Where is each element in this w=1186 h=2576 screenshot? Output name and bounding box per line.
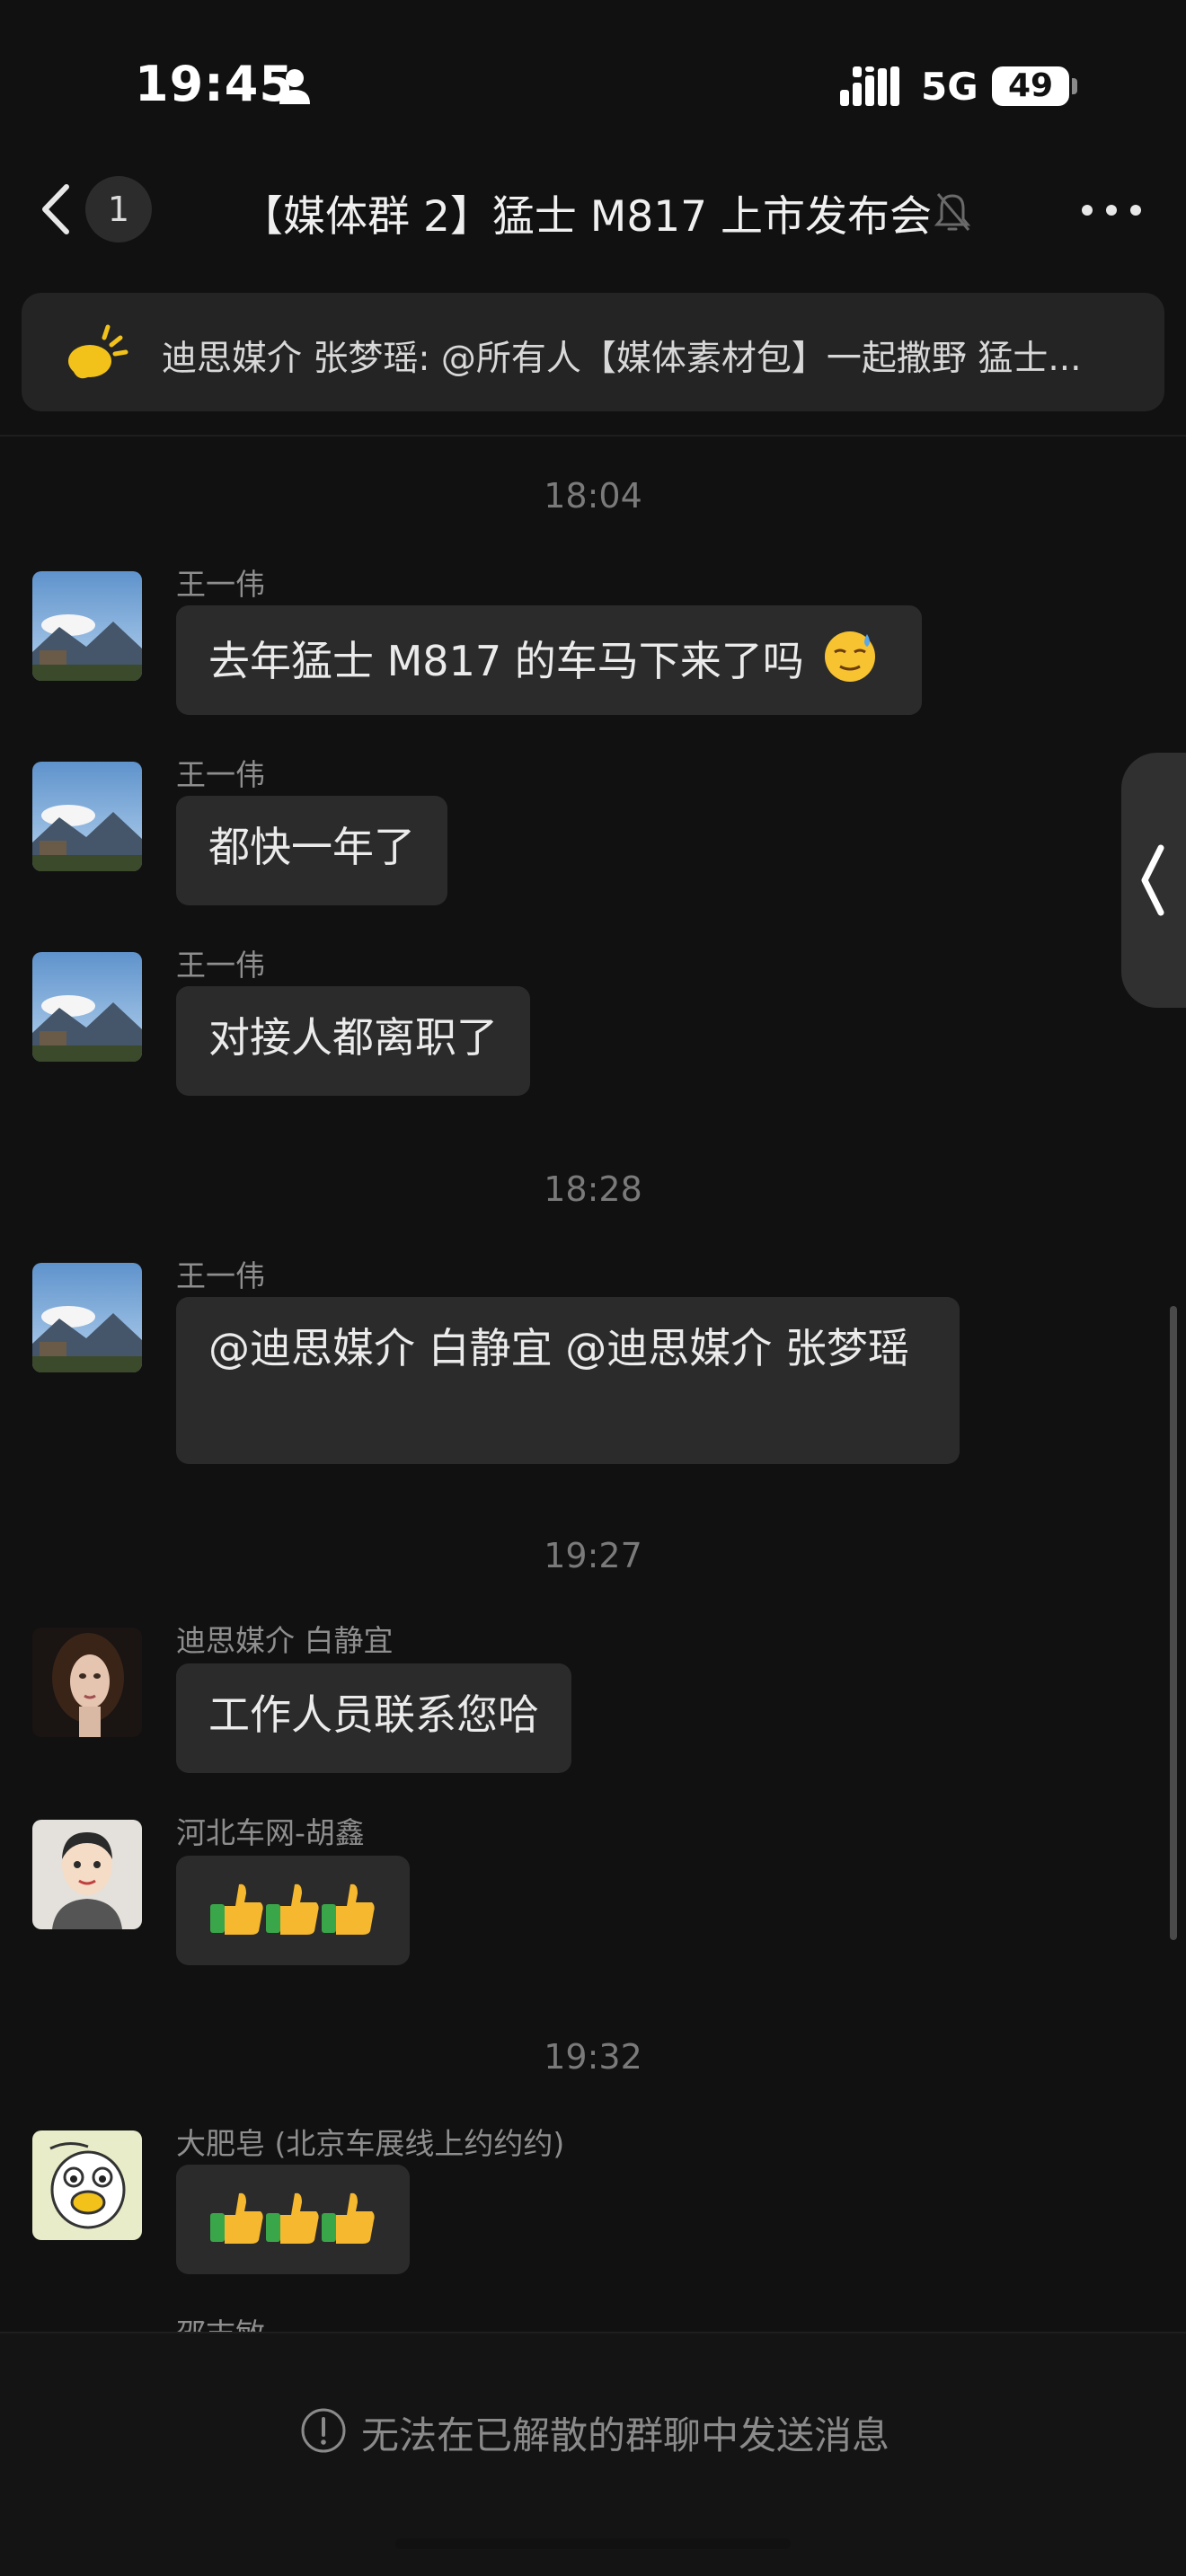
avatar-wang-yiwei[interactable] (32, 952, 142, 1062)
sender-name: 王一伟 (176, 567, 265, 602)
disbanded-notice: 无法在已解散的群聊中发送消息 (361, 2413, 890, 2457)
message-bubble[interactable]: 都快一年了 (176, 796, 447, 905)
message-text: 对接人都离职了 (208, 1013, 498, 1062)
avatar-wang-yiwei[interactable] (32, 762, 142, 871)
sender-name: 大肥皂 (北京车展线上约约约) (176, 2126, 565, 2161)
sender-name: 王一伟 (176, 1258, 265, 1293)
back-icon[interactable] (36, 180, 75, 239)
avatar-da-fei-zao[interactable] (32, 2130, 142, 2240)
message-bubble[interactable]: @迪思媒介 白静宜 @迪思媒介 张梦瑶 (176, 1297, 960, 1464)
side-panel-handle[interactable] (1121, 753, 1186, 1008)
time-separator: 19:32 (544, 2037, 642, 2077)
status-bar: 19:45 5G 49 (0, 0, 1186, 171)
battery-cap (1072, 78, 1077, 94)
sender-name: 迪思媒介 白静宜 (176, 1623, 394, 1658)
unread-badge[interactable]: 1 (85, 176, 152, 243)
header-divider (0, 435, 1186, 437)
chevron-left-icon (1141, 844, 1164, 916)
pinned-announcement[interactable]: 迪思媒介 张梦瑶: @所有人【媒体素材包】一起撒野 猛士... (22, 293, 1164, 411)
status-time: 19:45 (135, 56, 294, 112)
megaphone-icon (68, 324, 128, 379)
sender-name: 河北车网-胡鑫 (176, 1815, 365, 1850)
message-bubble[interactable]: 去年猛士 M817 的车马下来了吗 (176, 605, 922, 715)
battery-indicator: 49 (992, 66, 1069, 106)
message-bubble[interactable] (176, 2165, 410, 2274)
home-indicator (395, 2538, 791, 2549)
person-icon (279, 69, 310, 104)
message-text: @迪思媒介 白静宜 @迪思媒介 张梦瑶 (208, 1324, 909, 1372)
info-icon (301, 2408, 346, 2453)
scrollbar[interactable] (1170, 1306, 1177, 1940)
avatar-hu-xin[interactable] (32, 1820, 142, 1929)
time-separator: 18:04 (544, 476, 642, 516)
message-text: 都快一年了 (208, 823, 415, 871)
battery-level: 49 (1007, 67, 1054, 104)
signal-icon (840, 66, 899, 106)
sweat-smile-emoji-icon (825, 631, 876, 682)
message-bubble[interactable] (176, 1856, 410, 1965)
more-options-icon[interactable] (1078, 198, 1145, 223)
input-area-disabled: 无法在已解散的群聊中发送消息 (0, 2332, 1186, 2576)
chat-title: 【媒体群 2】猛士 M817 上市发布会 (241, 192, 932, 242)
sender-name: 王一伟 (176, 948, 265, 983)
time-separator: 18:28 (544, 1169, 642, 1209)
message-text: 去年猛士 M817 的车马下来了吗 (208, 637, 804, 685)
time-separator: 19:27 (544, 1536, 642, 1575)
message-bubble[interactable]: 工作人员联系您哈 (176, 1663, 571, 1773)
avatar-wang-yiwei[interactable] (32, 571, 142, 681)
thumbs-up-emoji-icon (210, 1883, 375, 1935)
mute-bell-icon (934, 193, 971, 231)
sender-name: 王一伟 (176, 757, 265, 792)
avatar-wang-yiwei[interactable] (32, 1263, 142, 1372)
message-text: 工作人员联系您哈 (208, 1690, 539, 1739)
thumbs-up-emoji-icon (210, 2192, 375, 2244)
message-bubble[interactable]: 对接人都离职了 (176, 986, 530, 1096)
announcement-text: 迪思媒介 张梦瑶: @所有人【媒体素材包】一起撒野 猛士... (162, 339, 1082, 379)
avatar-bai-jingyi[interactable] (32, 1628, 142, 1737)
network-label: 5G (921, 65, 978, 109)
